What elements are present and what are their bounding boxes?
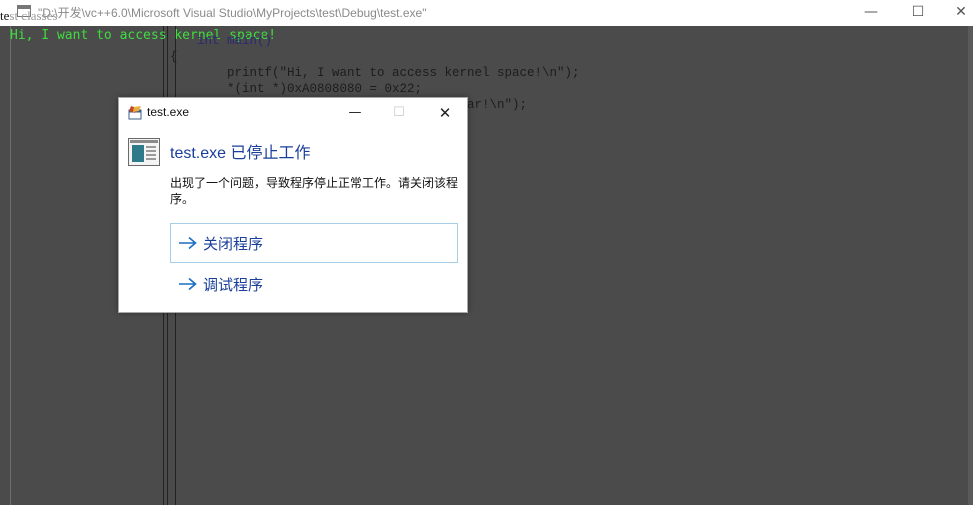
program-window-icon xyxy=(128,138,160,166)
dialog-message: 出现了一个问题，导致程序停止正常工作。请关闭该程序。 xyxy=(170,176,459,206)
code-line: *(int *)0xA0808080 = 0x22; xyxy=(197,82,423,96)
console-close-button[interactable]: ✕ xyxy=(950,3,972,21)
console-minimize-button[interactable]: — xyxy=(860,3,882,21)
background-tab-label[interactable]: test classes xyxy=(0,8,57,24)
debug-program-button[interactable]: 调试程序 xyxy=(170,264,458,304)
error-dialog: test.exe — ☐ ✕ test.exe 已停止工作 出现了一个问题，导致… xyxy=(118,97,468,313)
console-scrollbar[interactable] xyxy=(968,26,973,505)
dialog-titlebar[interactable]: test.exe — ☐ ✕ xyxy=(119,98,467,128)
debug-program-label: 调试程序 xyxy=(203,275,264,294)
background-tab-label-dark: te xyxy=(0,8,10,23)
arrow-right-icon xyxy=(179,236,197,250)
code-line: int main() xyxy=(197,34,273,48)
dialog-heading: test.exe 已停止工作 xyxy=(170,145,311,162)
dialog-title: test.exe xyxy=(147,105,190,119)
console-left-border xyxy=(10,26,11,505)
dialog-maximize-button: ☐ xyxy=(393,105,405,120)
dialog-minimize-button[interactable]: — xyxy=(337,101,373,125)
dialog-close-button[interactable]: ✕ xyxy=(427,101,463,125)
background-tab-label-light: st classes xyxy=(9,8,58,23)
console-maximize-button[interactable]: ☐ xyxy=(907,3,929,21)
test-exe-app-icon xyxy=(128,106,142,120)
close-program-label: 关闭程序 xyxy=(203,234,264,253)
code-line: printf("Hi, I want to access kernel spac… xyxy=(197,66,580,80)
arrow-right-icon xyxy=(179,277,197,291)
close-program-button[interactable]: 关闭程序 xyxy=(170,223,458,263)
code-line: { xyxy=(170,50,178,64)
